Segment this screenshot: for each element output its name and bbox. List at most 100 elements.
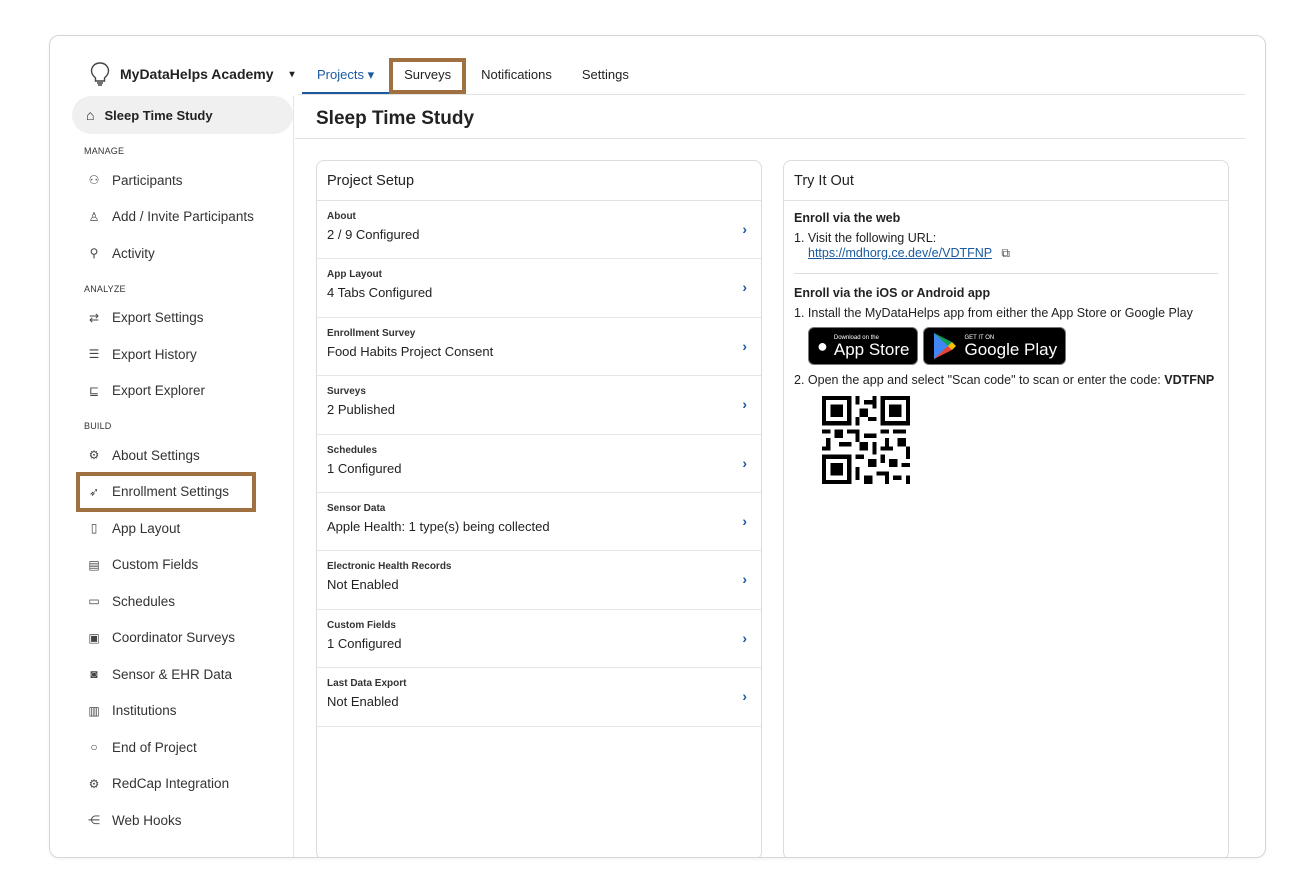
- sidebar-item-label: Schedules: [112, 593, 176, 609]
- org-switcher[interactable]: MyDataHelps Academy ▾: [90, 62, 295, 86]
- sidebar-item-export-history[interactable]: ☰ Export History: [72, 336, 293, 373]
- app-step-2: 2. Open the app and select "Scan code" t…: [794, 373, 1215, 387]
- sidebar-item-label: Sensor & EHR Data: [112, 666, 233, 682]
- home-icon: ⌂: [86, 107, 95, 123]
- chevron-down-icon: ▾: [289, 68, 295, 80]
- tab-surveys[interactable]: Surveys: [389, 58, 467, 94]
- sidebar-item-export-settings[interactable]: ⇄ Export Settings: [72, 300, 293, 337]
- try-it-out-card: Try It Out Enroll via the web 1. Visit t…: [783, 160, 1229, 857]
- phone-icon: ▯: [90, 521, 98, 536]
- sidebar-item-export-explorer[interactable]: ⊑ Export Explorer: [72, 373, 293, 410]
- main-tabs: Projects ▾ Surveys Notifications Setting…: [302, 58, 644, 94]
- web-enroll-heading: Enroll via the web: [794, 211, 901, 225]
- sidebar-item-label: RedCap Integration: [112, 776, 230, 792]
- row-value: Not Enabled: [327, 694, 399, 710]
- tab-notifications[interactable]: Notifications: [466, 58, 567, 94]
- row-value: 1 Configured: [327, 460, 402, 476]
- chevron-right-icon: ›: [742, 279, 747, 296]
- sidebar-item-redcap[interactable]: ⚙ RedCap Integration: [72, 766, 293, 803]
- row-label: Sensor Data: [327, 502, 386, 514]
- google-play-badge[interactable]: GET IT ON Google Play: [923, 327, 1067, 365]
- sidebar-item-schedules[interactable]: ▭ Schedules: [72, 583, 293, 620]
- row-label: About: [327, 211, 356, 222]
- calendar-icon: ▭: [88, 594, 100, 609]
- setup-row-custom-fields[interactable]: Custom Fields 1 Configured ›: [317, 610, 761, 669]
- sidebar-item-label: Export History: [112, 346, 197, 362]
- sidebar-item-end-of-project[interactable]: ○ End of Project: [72, 729, 293, 766]
- row-value: Apple Health: 1 type(s) being collected: [327, 518, 550, 534]
- sidebar-item-enrollment-settings[interactable]: ➶ Enrollment Settings: [76, 471, 256, 512]
- add-user-icon: ♙: [88, 209, 100, 224]
- org-name: MyDataHelps Academy: [120, 66, 274, 82]
- app-store-badge[interactable]: ● Download on the App Store: [808, 327, 919, 365]
- row-value: 1 Configured: [327, 635, 402, 651]
- chevron-right-icon: ›: [742, 337, 747, 354]
- gear-icon: ⚙: [88, 448, 100, 463]
- top-nav: MyDataHelps Academy ▾ Projects ▾ Surveys…: [50, 36, 1265, 96]
- sidebar-item-project-home[interactable]: ⌂ Sleep Time Study: [72, 96, 293, 134]
- id-card-icon: ▤: [88, 557, 100, 572]
- sidebar-item-label: About Settings: [112, 447, 200, 463]
- tab-settings[interactable]: Settings: [567, 58, 644, 94]
- list-icon: ☰: [88, 347, 100, 362]
- chevron-right-icon: ›: [742, 629, 747, 646]
- setup-row-app-layout[interactable]: App Layout 4 Tabs Configured ›: [317, 259, 761, 318]
- sidebar-item-institutions[interactable]: ▥ Institutions: [72, 693, 293, 730]
- sidebar-item-add-invite[interactable]: ♙ Add / Invite Participants: [72, 199, 293, 236]
- project-setup-card: Project Setup About 2 / 9 Configured › A…: [316, 160, 762, 857]
- chevron-right-icon: ›: [742, 571, 747, 588]
- sidebar-item-label: App Layout: [112, 520, 181, 536]
- sidebar-item-participants[interactable]: ⚇ Participants: [72, 162, 293, 199]
- copy-icon[interactable]: ⧉: [1001, 246, 1010, 260]
- setup-row-sensor-data[interactable]: Sensor Data Apple Health: 1 type(s) bein…: [317, 493, 761, 552]
- sidebar-item-label: Sleep Time Study: [104, 107, 213, 123]
- sidebar-item-about-settings[interactable]: ⚙ About Settings: [72, 437, 293, 474]
- row-value: 2 / 9 Configured: [327, 227, 420, 242]
- setup-row-about[interactable]: About 2 / 9 Configured ›: [317, 201, 761, 260]
- badge-big-text: Google Play: [964, 339, 1058, 359]
- clipboard-icon: ▣: [88, 630, 100, 645]
- sidebar-item-label: Custom Fields: [112, 557, 199, 573]
- setup-row-ehr[interactable]: Electronic Health Records Not Enabled ›: [317, 551, 761, 610]
- sidebar-item-sensor-ehr[interactable]: ◙ Sensor & EHR Data: [72, 656, 293, 693]
- sidebar-item-app-layout[interactable]: ▯ App Layout: [72, 510, 293, 547]
- google-play-icon: [934, 333, 957, 359]
- setup-row-last-export[interactable]: Last Data Export Not Enabled ›: [317, 668, 761, 727]
- sidebar-item-label: Export Explorer: [112, 383, 206, 399]
- sidebar: ⌂ Sleep Time Study MANAGE ⚇ Participants…: [72, 96, 294, 857]
- row-value: Not Enabled: [327, 577, 399, 593]
- section-analyze: ANALYZE: [84, 283, 126, 294]
- row-label: Custom Fields: [327, 619, 396, 631]
- sidebar-item-activity[interactable]: ⚲ Activity: [72, 235, 293, 272]
- sidebar-item-label: End of Project: [112, 739, 197, 755]
- chevron-right-icon: ›: [742, 221, 747, 237]
- row-label: Enrollment Survey: [327, 327, 416, 339]
- section-manage: MANAGE: [84, 146, 125, 156]
- sidebar-item-custom-fields[interactable]: ▤ Custom Fields: [72, 547, 293, 584]
- apple-icon: ●: [817, 335, 828, 356]
- enroll-code: VDTFNP: [1164, 373, 1215, 387]
- sidebar-item-web-hooks[interactable]: ⋲ Web Hooks: [72, 802, 293, 839]
- setup-row-schedules[interactable]: Schedules 1 Configured ›: [317, 435, 761, 493]
- web-step: 1. Visit the following URL:: [794, 231, 937, 245]
- app-enroll-heading: Enroll via the iOS or Android app: [794, 286, 991, 300]
- sidebar-item-label: Coordinator Surveys: [112, 630, 236, 646]
- rocket-icon: ➶: [88, 484, 100, 499]
- building-icon: ▥: [88, 703, 100, 718]
- title-divider: [295, 138, 1245, 139]
- enroll-url-link[interactable]: https://mdhorg.ce.dev/e/VDTFNP: [808, 246, 992, 260]
- row-value: Food Habits Project Consent: [327, 343, 494, 359]
- sidebar-item-label: Activity: [112, 245, 155, 261]
- setup-row-surveys[interactable]: Surveys 2 Published ›: [317, 376, 761, 435]
- gears-icon: ⚙: [88, 776, 100, 791]
- setup-row-enrollment-survey[interactable]: Enrollment Survey Food Habits Project Co…: [317, 318, 761, 377]
- sidebar-item-coordinator-surveys[interactable]: ▣ Coordinator Surveys: [72, 620, 293, 657]
- section-divider: [794, 273, 1218, 274]
- card-title: Try It Out: [784, 161, 1228, 201]
- tab-projects[interactable]: Projects ▾: [302, 58, 390, 94]
- share-icon: ⋲: [88, 813, 100, 828]
- row-label: Surveys: [327, 386, 366, 398]
- sidebar-item-label: Export Settings: [112, 310, 204, 326]
- page-title: Sleep Time Study: [316, 108, 475, 129]
- app-step-1: 1. Install the MyDataHelps app from eith…: [794, 306, 1193, 320]
